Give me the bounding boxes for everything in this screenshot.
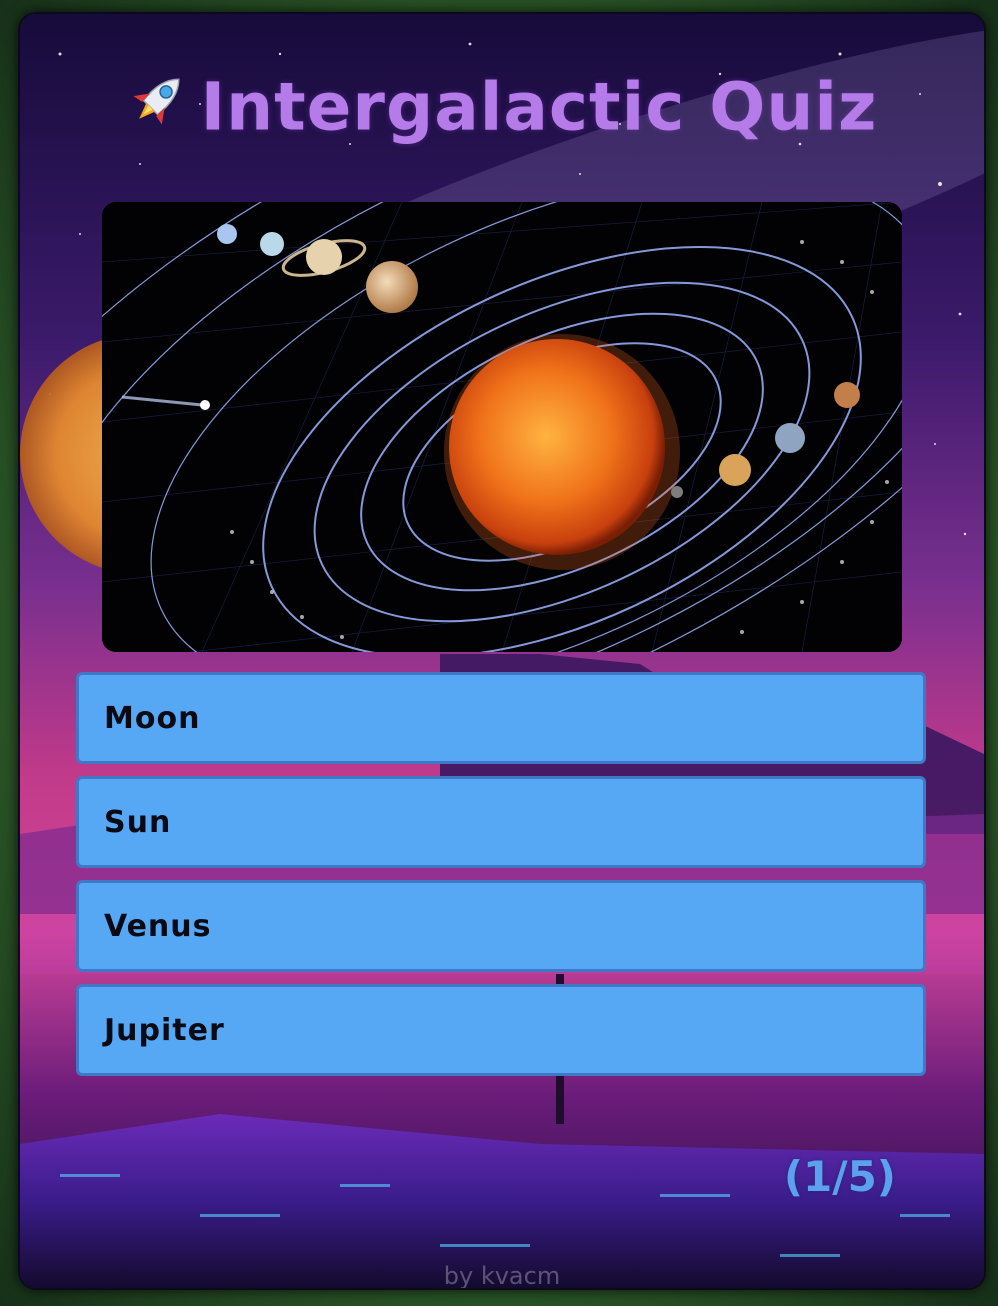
answer-button-moon[interactable]: Moon <box>76 672 926 764</box>
solar-system-illustration <box>102 202 902 652</box>
title-text: Intergalactic Quiz <box>200 68 878 146</box>
author-credit: by kvacm <box>443 1262 561 1290</box>
page-frame: Intergalactic Quiz Moon Sun Venus Jupite… <box>0 0 998 1306</box>
question-progress: (1/5) <box>783 1152 896 1201</box>
quiz-card: Intergalactic Quiz Moon Sun Venus Jupite… <box>18 12 986 1290</box>
question-image <box>102 202 902 652</box>
quiz-title: Intergalactic Quiz <box>20 64 984 147</box>
answer-button-venus[interactable]: Venus <box>76 880 926 972</box>
answer-button-sun[interactable]: Sun <box>76 776 926 868</box>
answer-button-jupiter[interactable]: Jupiter <box>76 984 926 1076</box>
answer-list: Moon Sun Venus Jupiter <box>76 672 926 1088</box>
rocket-icon <box>127 67 191 147</box>
